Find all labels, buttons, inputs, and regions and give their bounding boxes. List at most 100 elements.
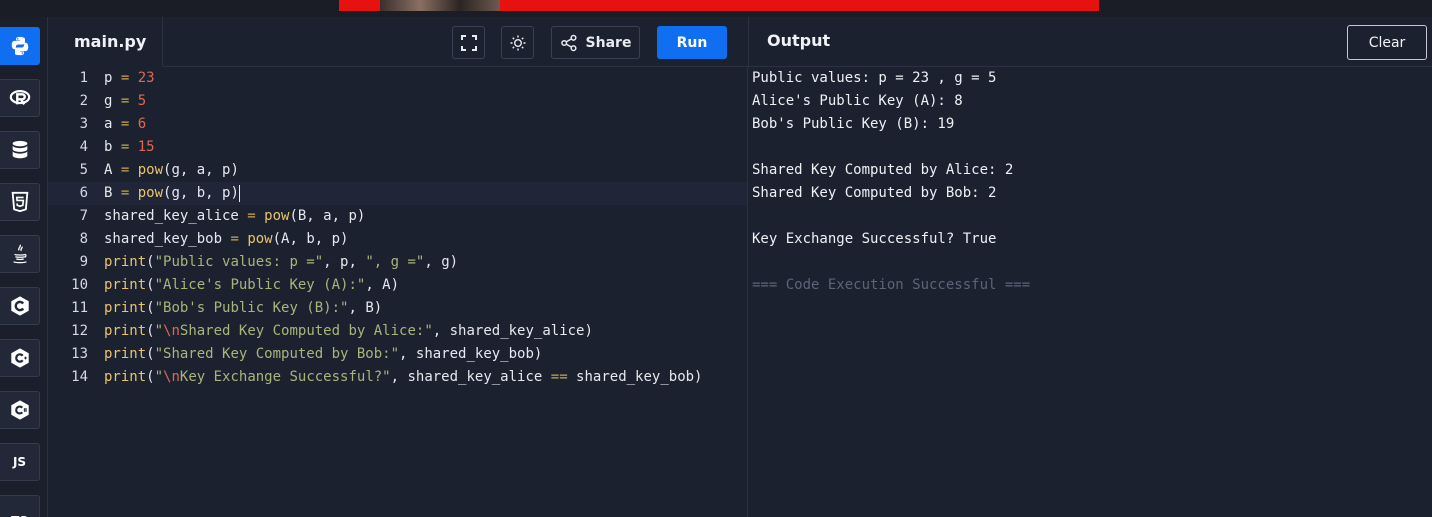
csharp-icon: [10, 400, 29, 420]
code-token: 15: [137, 139, 155, 155]
lang-c-button[interactable]: [0, 287, 40, 325]
code-line[interactable]: 8 shared_key_bob = pow(A, b, p): [48, 228, 748, 251]
code-line[interactable]: 10 print("Alice's Public Key (A):", A): [48, 274, 748, 297]
line-number: 11: [71, 300, 88, 316]
output-header: Output Clear: [748, 17, 1432, 67]
code-token: (: [146, 277, 155, 293]
code-token: 6: [137, 116, 147, 132]
line-number: 2: [79, 93, 88, 109]
code-token: ": [154, 323, 164, 339]
code-token: \n: [163, 369, 180, 385]
code-token: (: [146, 369, 155, 385]
lang-cpp-button[interactable]: [0, 339, 40, 377]
file-tab-label: main.py: [74, 32, 147, 51]
editor-header: main.py Share Run: [48, 17, 748, 67]
execution-status: === Code Execution Successful ===: [752, 277, 1031, 293]
code-text: print("Shared Key Computed by Bob:", sha…: [104, 343, 542, 366]
sun-icon: [510, 35, 525, 50]
line-number: 8: [79, 231, 88, 247]
code-line[interactable]: 6 B = pow(g, b, p): [48, 182, 748, 205]
lang-typescript-button[interactable]: TS: [0, 495, 40, 517]
code-text: g = 5: [104, 90, 146, 113]
python-icon: [11, 36, 28, 56]
lang-javascript-button[interactable]: JS: [0, 443, 40, 481]
line-number: 14: [71, 369, 88, 385]
code-line[interactable]: 13 print("Shared Key Computed by Bob:", s…: [48, 343, 748, 366]
code-token: print: [104, 277, 147, 293]
code-token: "Shared Key Computed by Bob:": [154, 346, 400, 362]
output-line: Alice's Public Key (A): 8: [752, 93, 963, 109]
code-token: =: [112, 93, 138, 109]
code-token: Shared Key Computed by Alice:": [179, 323, 433, 339]
output-line: Shared Key Computed by Alice: 2: [752, 162, 1014, 178]
code-line[interactable]: 9 print("Public values: p =", p, ", g =",…: [48, 251, 748, 274]
code-text: p = 23: [104, 67, 155, 90]
code-line[interactable]: 14 print("\nKey Exchange Successful?", sh…: [48, 366, 748, 389]
ad-banner-image: [380, 0, 500, 11]
output-title: Output: [767, 31, 831, 50]
code-token: =: [112, 162, 138, 178]
lang-python-button[interactable]: [0, 27, 40, 65]
code-token: 5: [137, 93, 147, 109]
code-token: print: [104, 300, 147, 316]
file-tab-main-py[interactable]: main.py: [48, 17, 163, 67]
lang-sql-button[interactable]: [0, 131, 40, 169]
code-token: pow: [264, 208, 290, 224]
code-line[interactable]: 1 p = 23: [48, 67, 748, 90]
line-number: 9: [79, 254, 88, 270]
code-token: (: [146, 323, 155, 339]
code-text: shared_key_bob = pow(A, b, p): [104, 228, 348, 251]
database-icon: [12, 140, 27, 159]
code-line[interactable]: 5 A = pow(g, a, p): [48, 159, 748, 182]
code-token: , shared_key_bob): [399, 346, 543, 362]
code-line[interactable]: 12 print("\nShared Key Computed by Alice:…: [48, 320, 748, 343]
js-icon: JS: [12, 455, 27, 469]
lang-csharp-button[interactable]: [0, 391, 40, 429]
code-token: (g, a, p): [163, 162, 239, 178]
code-token: "Bob's Public Key (B):": [154, 300, 349, 316]
output-line: Key Exchange Successful? True: [752, 231, 997, 247]
code-token: =: [112, 139, 138, 155]
clear-button[interactable]: Clear: [1347, 25, 1427, 60]
code-line[interactable]: 3 a = 6: [48, 113, 748, 136]
code-text: print("Alice's Public Key (A):", A): [104, 274, 399, 297]
line-number: 6: [79, 185, 88, 201]
text-cursor: [238, 184, 240, 202]
code-token: =: [112, 116, 138, 132]
run-button[interactable]: Run: [657, 26, 727, 59]
run-label: Run: [676, 34, 708, 51]
code-line[interactable]: 7 shared_key_alice = pow(B, a, p): [48, 205, 748, 228]
code-line[interactable]: 2 g = 5: [48, 90, 748, 113]
code-token: =: [112, 185, 138, 201]
code-token: (A, b, p): [272, 231, 349, 247]
code-token: ==: [550, 369, 568, 385]
code-text: b = 15: [104, 136, 155, 159]
code-text: B = pow(g, b, p): [104, 182, 240, 205]
lang-java-button[interactable]: [0, 235, 40, 273]
code-token: print: [104, 323, 147, 339]
code-editor[interactable]: 1 p = 23 2 g = 5 3 a = 6 4 b = 15 5 A = pow(g, a,…: [48, 67, 748, 517]
code-line[interactable]: 4 b = 15: [48, 136, 748, 159]
theme-toggle-button[interactable]: [501, 26, 534, 59]
code-text: print("Public values: p =", p, ", g =", …: [104, 251, 458, 274]
code-token: (: [146, 300, 155, 316]
code-token: , p,: [323, 254, 366, 270]
line-number: 4: [79, 139, 88, 155]
code-line[interactable]: 11 print("Bob's Public Key (B):", B): [48, 297, 748, 320]
code-token: \n: [163, 323, 180, 339]
line-number: 7: [79, 208, 88, 224]
share-button[interactable]: Share: [551, 26, 640, 59]
code-token: , shared_key_alice): [432, 323, 593, 339]
code-token: =: [238, 208, 265, 224]
code-token: print: [104, 369, 147, 385]
lang-html-button[interactable]: [0, 183, 40, 221]
html5-icon: [11, 191, 28, 213]
code-text: print("Bob's Public Key (B):", B): [104, 297, 382, 320]
language-sidebar: JS TS: [0, 17, 48, 517]
code-token: 23: [137, 70, 155, 86]
code-token: , A): [365, 277, 400, 293]
lang-r-button[interactable]: [0, 79, 40, 117]
code-token: =: [222, 231, 248, 247]
fullscreen-button[interactable]: [452, 26, 485, 59]
code-token: "Public values: p =": [154, 254, 324, 270]
